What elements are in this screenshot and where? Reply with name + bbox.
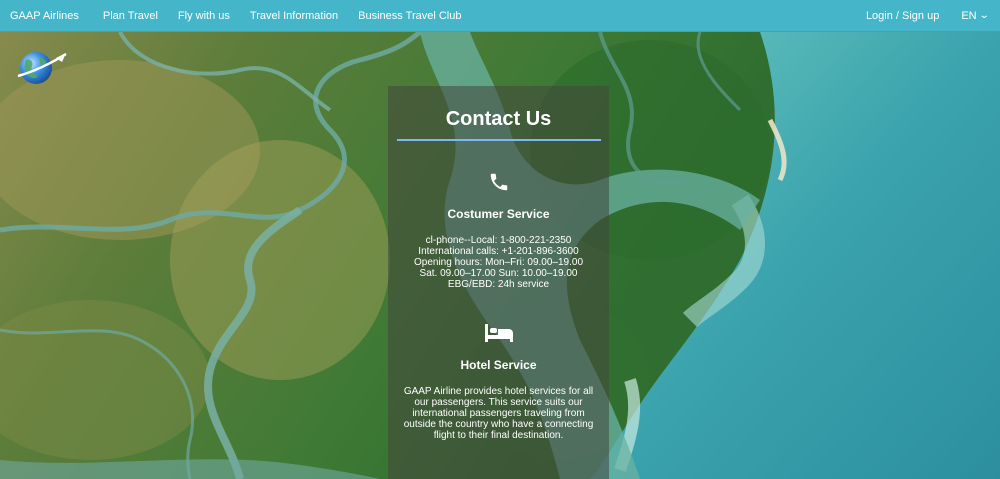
brand-link[interactable]: GAAP Airlines [0, 0, 93, 32]
nav-left: GAAP Airlines Plan Travel Fly with us Tr… [0, 0, 471, 31]
hotel-service-title: Hotel Service [460, 358, 537, 372]
contact-panel: Contact Us Costumer Service cl-phone--Lo… [388, 86, 609, 479]
nav-fly-with-us[interactable]: Fly with us [168, 0, 240, 32]
customer-service-line: EBG/EBD: 24h service [447, 279, 550, 290]
customer-service-line: Opening hours: Mon–Fri: 09.00–19.00 [414, 257, 583, 268]
customer-service-details: cl-phone--Local: 1-800-221-2350 Internat… [388, 235, 609, 290]
customer-service-title: Costumer Service [447, 207, 550, 221]
top-navbar: GAAP Airlines Plan Travel Fly with us Tr… [0, 0, 1000, 32]
bed-icon [388, 322, 609, 346]
globe-airplane-logo[interactable] [16, 48, 68, 88]
page-title: Contact Us [445, 108, 552, 130]
chevron-down-icon: ⌄ [978, 9, 990, 21]
customer-service-line: International calls: +1-201-896-3600 [418, 246, 579, 257]
hotel-service-description: GAAP Airline provides hotel services for… [403, 386, 594, 441]
nav-travel-information[interactable]: Travel Information [240, 0, 348, 32]
title-underline [396, 139, 601, 141]
language-selector[interactable]: EN ⌄ [949, 0, 1000, 32]
customer-service-line: cl-phone--Local: 1-800-221-2350 [425, 235, 572, 246]
customer-service-line: Sat. 09.00–17.00 Sun: 10.00–19.00 [419, 268, 578, 279]
language-label: EN [961, 9, 977, 22]
nav-plan-travel[interactable]: Plan Travel [93, 0, 168, 32]
nav-right: Login / Sign up EN ⌄ [856, 0, 1000, 31]
login-signup-link[interactable]: Login / Sign up [856, 0, 949, 32]
nav-business-travel-club[interactable]: Business Travel Club [348, 0, 471, 32]
phone-icon [388, 171, 609, 195]
